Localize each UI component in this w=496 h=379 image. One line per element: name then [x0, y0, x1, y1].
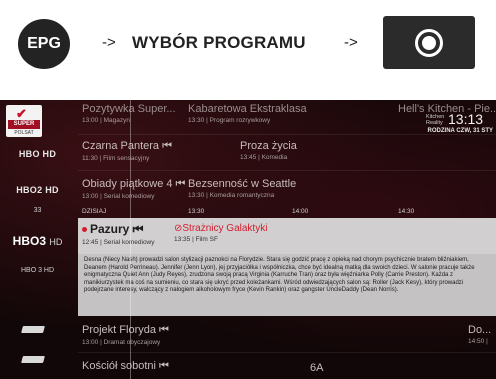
program-meta: 13:35 | Film SF — [174, 236, 218, 243]
program-meta: 13:30 | Komedia romantyczna — [188, 192, 275, 199]
recording-dot-icon — [82, 227, 87, 233]
program-title: Proza życia — [240, 140, 297, 152]
program-cell[interactable]: Projekt Floryda ⏮ 13:00 | Dramat obyczaj… — [82, 324, 232, 346]
channel-logo-super-polsat[interactable]: ✔ SUPER POLSAT — [6, 105, 42, 137]
row-divider — [78, 170, 496, 171]
ok-circle-icon — [415, 28, 443, 57]
current-time-line — [130, 100, 131, 379]
program-meta: 13:45 | Komedia — [240, 154, 288, 161]
channel-number: 33 — [0, 204, 75, 216]
program-description: Desna (Niecy Nash) prowadzi salon styliz… — [78, 254, 496, 316]
program-cell[interactable]: Proza życia 13:45 | Komedia — [240, 140, 390, 161]
program-cell[interactable]: Bezsenność w Seattle 13:30 | Komedia rom… — [188, 178, 338, 199]
program-cell[interactable]: Obiady piątkowe 4 ⏮ 13:00 | Serial komed… — [82, 178, 187, 200]
program-title: Do... — [468, 324, 492, 336]
tv-epg-screen: ✔ SUPER POLSAT HBO HD HBO2 HD 33 HBO3 HD… — [0, 100, 496, 379]
epg-button-badge: EPG — [18, 19, 70, 69]
timeline-tick: 14:30 — [398, 208, 415, 215]
channel-label: HBO3 HD — [12, 234, 63, 248]
program-meta: 14:50 | — [468, 338, 488, 345]
channel-logo-text: SUPER — [8, 120, 40, 129]
channel-name-label: HBO 3 HD — [20, 266, 55, 274]
program-meta: 13:00 | Magazyn — [82, 117, 130, 124]
timeline-tick: 14:00 — [292, 208, 309, 215]
timeline-day: DZISIAJ — [82, 208, 107, 215]
arrow-right-icon: -> — [344, 34, 358, 51]
program-cell[interactable]: Pozytywka Super... 13:00 | Magazyn — [82, 103, 182, 124]
selected-program-row[interactable]: Pazury ⏮ 12:45 | Serial komediowy ⊘Straż… — [78, 218, 496, 254]
program-cell[interactable]: Do... 14:50 | — [468, 324, 496, 345]
program-meta: 13:30 | Program rozrywkowy — [188, 117, 271, 124]
program-meta: 12:45 | Serial komediowy — [82, 239, 155, 246]
program-cell[interactable]: ⊘Strażnicy Galaktyki 13:35 | Film SF — [174, 223, 267, 243]
selected-program-cell[interactable]: Pazury ⏮ 12:45 | Serial komediowy — [82, 222, 155, 246]
program-title: Bezsenność w Seattle — [188, 178, 297, 190]
program-title: Pazury ⏮ — [82, 222, 155, 237]
program-title: ⊘Strażnicy Galaktyki — [174, 223, 268, 234]
program-title: Kościół sobotni ⏮ — [82, 360, 169, 372]
timeline-tick: 13:30 — [188, 208, 205, 215]
program-title: 6A — [310, 362, 324, 374]
program-cell[interactable]: Czarna Pantera ⏮ 11:30 | Film sensacyjny — [82, 140, 212, 162]
program-cell[interactable]: Kabaretowa Ekstraklasa 13:30 | Program r… — [188, 103, 338, 124]
ok-button — [383, 16, 475, 69]
program-cell[interactable]: 6A — [310, 362, 350, 374]
channel-name-hbo3: HBO 3 HD — [0, 264, 75, 276]
clock-program-info: Kitchen Reality — [426, 114, 445, 126]
channel-logo-hbo3[interactable]: HBO3 HD — [0, 232, 75, 250]
program-cell[interactable]: Hell's Kitchen - Pie... — [398, 103, 496, 115]
channel-label: HBO HD — [18, 149, 57, 159]
program-title: Kabaretowa Ekstraklasa — [188, 103, 307, 115]
channel-logo-hbo2[interactable]: HBO2 HD — [0, 180, 75, 200]
channel-number-label: 33 — [33, 206, 42, 214]
channel-label: HBO2 HD — [16, 185, 59, 195]
program-title: Projekt Floryda ⏮ — [82, 324, 169, 336]
program-meta: 13:00 | Dramat obyczajowy — [82, 339, 161, 346]
channel-logo-subtext: POLSAT — [14, 130, 34, 136]
row-divider — [78, 352, 496, 353]
step-title: WYBÓR PROGRAMU — [132, 33, 306, 52]
channel-list: ✔ SUPER POLSAT HBO HD HBO2 HD 33 HBO3 HD… — [0, 100, 75, 379]
program-title: Obiady piątkowe 4 ⏮ — [82, 178, 186, 190]
program-title: Czarna Pantera ⏮ — [82, 140, 172, 152]
program-title: Pozytywka Super... — [82, 103, 176, 115]
channel-logo-hbo[interactable]: HBO HD — [0, 144, 75, 164]
program-meta: 11:30 | Film sensacyjny — [82, 155, 150, 162]
program-meta: 13:00 | Serial komediowy — [82, 193, 155, 200]
program-cell[interactable]: Kościół sobotni ⏮ — [82, 360, 232, 373]
timeline-header: DZISIAJ 13:30 14:00 14:30 — [80, 208, 496, 218]
channel-logo-small[interactable] — [21, 326, 45, 333]
row-divider — [78, 134, 496, 135]
program-title: Hell's Kitchen - Pie... — [398, 103, 496, 115]
arrow-right-icon: -> — [102, 34, 116, 51]
channel-logo-small[interactable] — [21, 356, 45, 363]
